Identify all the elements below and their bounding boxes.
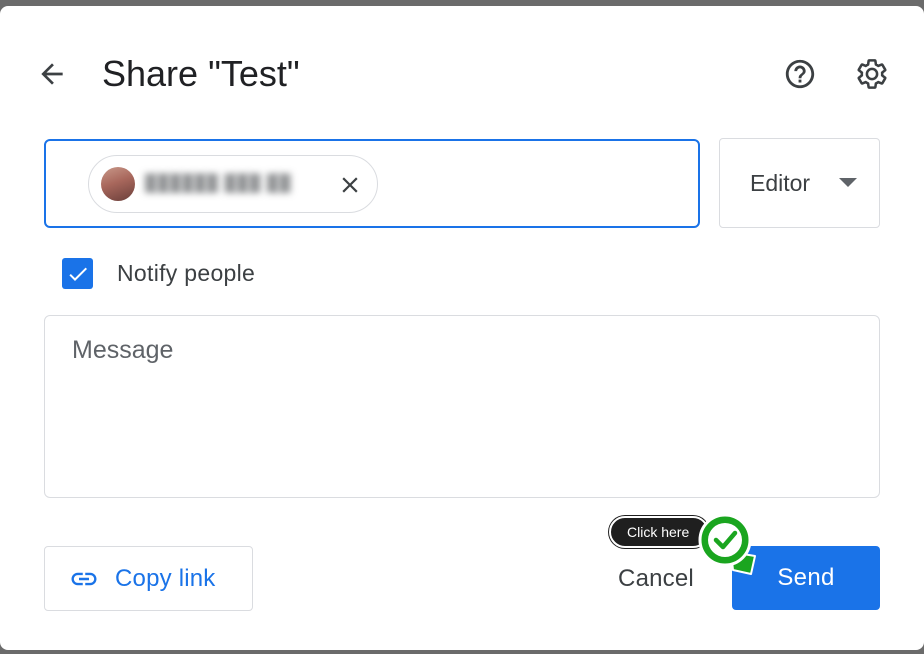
settings-button[interactable]	[850, 52, 894, 96]
share-dialog: Share "Test" ██████ ███ ██ Editor Notify…	[0, 6, 924, 650]
caret-down-icon	[839, 178, 857, 187]
avatar	[101, 167, 135, 201]
green-check-marker-icon	[698, 513, 756, 575]
arrow-back-icon	[41, 63, 63, 85]
help-button[interactable]	[778, 52, 822, 96]
help-circle-icon	[785, 59, 815, 89]
link-icon	[71, 572, 97, 585]
copy-link-label: Copy link	[115, 564, 216, 592]
notify-people-row: Notify people	[62, 258, 255, 289]
notify-checkbox[interactable]	[62, 258, 93, 289]
back-button[interactable]	[30, 52, 74, 96]
recipient-chip: ██████ ███ ██	[88, 155, 378, 213]
checkmark-icon	[68, 267, 87, 281]
close-icon	[342, 177, 358, 193]
click-here-tooltip: Click here	[609, 516, 710, 548]
recipients-input[interactable]: ██████ ███ ██	[44, 139, 700, 228]
message-field[interactable]	[44, 315, 880, 498]
gear-icon	[857, 59, 887, 89]
remove-recipient-button[interactable]	[333, 168, 367, 202]
role-label: Editor	[750, 169, 811, 196]
dialog-title: Share "Test"	[102, 53, 300, 94]
copy-link-button[interactable]: Copy link	[44, 546, 253, 611]
notify-label: Notify people	[117, 260, 256, 286]
role-dropdown[interactable]: Editor	[719, 138, 880, 228]
recipient-name: ██████ ███ ██	[145, 175, 292, 192]
